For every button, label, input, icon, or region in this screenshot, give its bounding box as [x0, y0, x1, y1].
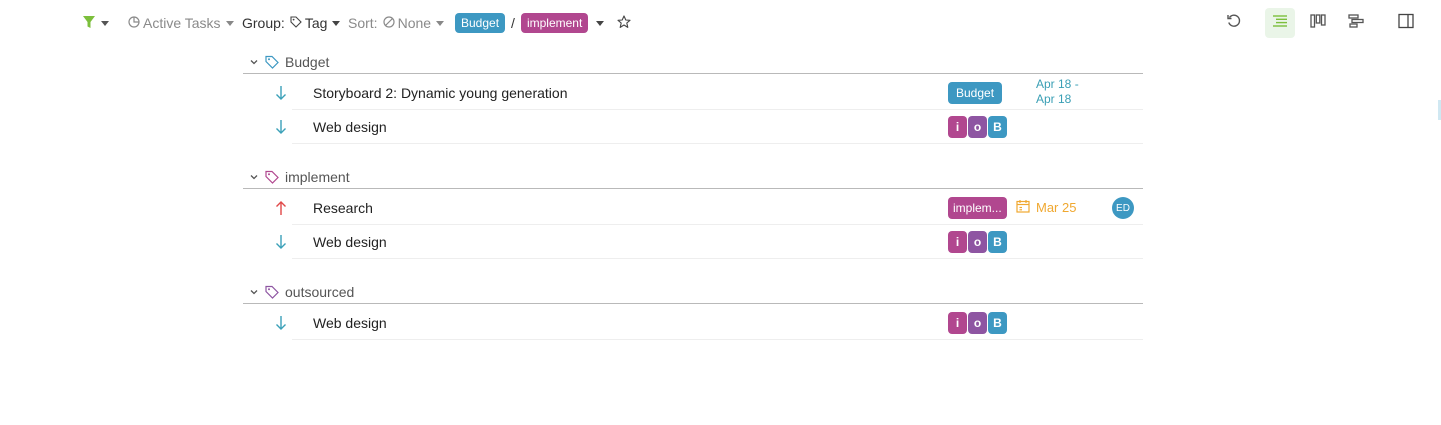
group-header-implement[interactable]: implement [243, 165, 1143, 189]
sidebar-toggle-button[interactable] [1391, 8, 1421, 38]
sidebar-panel-icon [1398, 13, 1414, 34]
task-row[interactable]: Web design i o B [276, 225, 1143, 259]
label-o[interactable]: o [968, 231, 987, 253]
label-i[interactable]: i [948, 116, 967, 138]
active-tasks-label: Active Tasks [143, 15, 221, 31]
star-icon [617, 14, 631, 32]
task-row[interactable]: Web design i o B [276, 110, 1143, 144]
board-view-icon [1310, 13, 1326, 33]
gantt-view-button[interactable] [1341, 8, 1371, 38]
filter-icon [82, 15, 96, 32]
sort-dropdown[interactable]: Sort: None [348, 12, 445, 34]
group-header-outsourced[interactable]: outsourced [243, 280, 1143, 304]
label-budget[interactable]: Budget [948, 82, 1003, 104]
label-b[interactable]: B [988, 231, 1007, 253]
chevron-down-icon[interactable] [243, 57, 265, 67]
task-title[interactable]: Storyboard 2: Dynamic young generation [313, 85, 567, 101]
group-name: outsourced [285, 283, 355, 300]
chevron-down-icon[interactable] [243, 287, 265, 297]
task-labels: Budget [948, 82, 1003, 104]
task-labels: i o B [948, 312, 1007, 334]
task-title[interactable]: Web design [313, 315, 387, 331]
task-labels: i o B [948, 116, 1007, 138]
sort-value: None [397, 15, 432, 31]
undo-icon [1226, 13, 1242, 34]
tag-icon [265, 170, 279, 184]
date-end: Apr 18 [1036, 92, 1072, 106]
task-labels: implem... [948, 197, 1007, 219]
task-title[interactable]: Research [313, 200, 373, 216]
breadcrumb-budget[interactable]: Budget [455, 13, 506, 33]
chevron-down-icon [436, 20, 445, 26]
list-view-icon [1272, 14, 1288, 33]
breadcrumb-dropdown-icon[interactable] [596, 20, 605, 26]
date-start: Apr 18 - [1036, 77, 1079, 91]
tag-icon [290, 15, 302, 31]
group-prefix: Group: [242, 15, 285, 31]
favorite-button[interactable] [617, 12, 631, 34]
chevron-down-icon [225, 20, 234, 26]
group-name: Budget [285, 53, 330, 70]
board-view-button[interactable] [1303, 8, 1333, 38]
label-b[interactable]: B [988, 116, 1007, 138]
sort-prefix: Sort: [348, 15, 378, 31]
toolbar: Active Tasks Group: Tag Sort: None Budge… [0, 0, 1441, 46]
label-implement[interactable]: implem... [948, 197, 1007, 219]
task-title[interactable]: Web design [313, 234, 387, 250]
task-row[interactable]: Web design i o B [276, 306, 1143, 340]
priority-high-icon[interactable] [272, 199, 290, 217]
chevron-down-icon [332, 20, 341, 26]
group-by-dropdown[interactable]: Group: Tag [242, 12, 341, 34]
undo-button[interactable] [1219, 8, 1249, 38]
priority-low-icon[interactable] [272, 118, 290, 136]
priority-low-icon[interactable] [272, 314, 290, 332]
gantt-view-icon [1348, 13, 1364, 33]
list-view-button[interactable] [1265, 8, 1295, 38]
group-name: implement [285, 168, 350, 185]
label-o[interactable]: o [968, 116, 987, 138]
avatar[interactable]: ED [1112, 197, 1134, 219]
tag-icon [265, 55, 279, 69]
label-i[interactable]: i [948, 231, 967, 253]
task-row[interactable]: Storyboard 2: Dynamic young generation B… [276, 76, 1143, 110]
due-date-text: Mar 25 [1036, 200, 1077, 215]
label-b[interactable]: B [988, 312, 1007, 334]
task-title[interactable]: Web design [313, 119, 387, 135]
task-row[interactable]: Research implem... Mar 25 ED [276, 191, 1143, 225]
none-icon [382, 15, 395, 31]
priority-low-icon[interactable] [272, 84, 290, 102]
breadcrumb-separator: / [511, 15, 515, 31]
breadcrumb: Budget / implement [455, 12, 605, 34]
chevron-down-icon[interactable] [243, 172, 265, 182]
label-o[interactable]: o [968, 312, 987, 334]
active-tasks-dropdown[interactable]: Active Tasks [128, 12, 234, 34]
filter-dropdown[interactable] [82, 12, 109, 34]
pie-chart-icon [128, 15, 140, 31]
priority-low-icon[interactable] [272, 233, 290, 251]
chevron-down-icon [101, 20, 109, 26]
group-header-budget[interactable]: Budget [243, 50, 1143, 74]
task-labels: i o B [948, 231, 1007, 253]
label-i[interactable]: i [948, 312, 967, 334]
due-date[interactable]: Mar 25 [1016, 199, 1076, 216]
tag-icon [265, 285, 279, 299]
group-value: Tag [304, 15, 328, 31]
calendar-icon [1016, 199, 1030, 216]
date-range[interactable]: Apr 18 - Apr 18 [1036, 77, 1079, 107]
breadcrumb-implement[interactable]: implement [520, 13, 589, 33]
